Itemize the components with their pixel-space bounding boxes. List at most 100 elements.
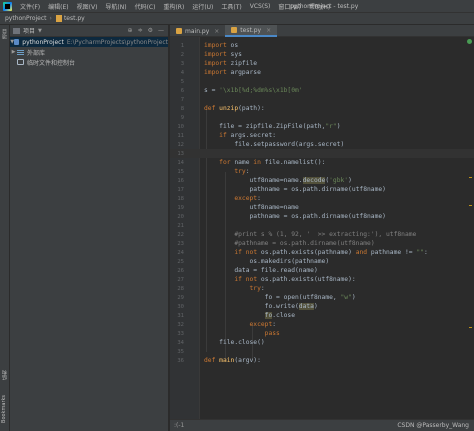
code-text: def unzip(path): xyxy=(204,105,265,112)
tool-tab-bookmarks[interactable]: Bookmarks xyxy=(1,395,7,423)
minimize-icon[interactable]: — xyxy=(158,27,164,34)
code-line[interactable]: 32 except: xyxy=(170,320,474,329)
code-line[interactable]: 15 try: xyxy=(170,167,474,176)
menu-code[interactable]: 代码(C) xyxy=(131,2,160,11)
code-line[interactable]: 26 data = file.read(name) xyxy=(170,266,474,275)
line-number: 10 xyxy=(177,123,184,130)
code-text: except: xyxy=(234,195,261,202)
code-editor[interactable]: 1 import os 2 import sys 3 import zipfile 4 imp… xyxy=(170,37,474,419)
line-number: 34 xyxy=(177,339,184,346)
python-file-icon xyxy=(55,15,62,22)
menu-tools[interactable]: 工具(T) xyxy=(217,2,245,11)
line-number: 33 xyxy=(177,330,184,337)
code-line[interactable]: 10 file = zipfile.ZipFile(path,"r") xyxy=(170,122,474,131)
chevron-down-icon[interactable]: ▼ xyxy=(38,28,42,34)
tree-item-external-libraries[interactable]: ▶ 外部库 xyxy=(10,47,168,57)
code-line[interactable]: 14 for name in file.namelist(): xyxy=(170,158,474,167)
collapse-all-icon[interactable]: ≑ xyxy=(138,27,143,34)
code-line[interactable]: 21 xyxy=(170,221,474,230)
code-line[interactable]: 36 def main(argv): xyxy=(170,356,474,365)
tab-test-py[interactable]: test.py × xyxy=(225,25,278,37)
code-text: fo.close xyxy=(264,312,296,319)
line-number: 11 xyxy=(177,132,184,139)
line-number: 9 xyxy=(180,114,184,121)
caret-position[interactable]: :(-1 xyxy=(174,422,184,429)
code-line[interactable]: 19 utf8name=name xyxy=(170,203,474,212)
code-line[interactable]: 3 import zipfile xyxy=(170,59,474,68)
menu-file[interactable]: 文件(F) xyxy=(16,2,44,11)
breadcrumb-project[interactable]: pythonProject xyxy=(0,15,47,22)
menu-navigate[interactable]: 导航(N) xyxy=(101,2,130,11)
menu-run[interactable]: 运行(U) xyxy=(188,2,217,11)
code-line[interactable]: 17 pathname = os.path.dirname(utf8name) xyxy=(170,185,474,194)
code-line[interactable]: 31 fo.close xyxy=(170,311,474,320)
tree-item-label: 外部库 xyxy=(27,49,46,57)
tool-tab-project[interactable]: 项目 xyxy=(1,29,8,39)
code-text: def main(argv): xyxy=(204,357,261,364)
breadcrumb-separator: › xyxy=(49,15,52,22)
close-icon[interactable]: × xyxy=(266,27,271,34)
project-panel-title[interactable]: 项目 xyxy=(23,26,35,35)
code-line[interactable]: 9 xyxy=(170,113,474,122)
breadcrumb-file[interactable]: test.py xyxy=(64,15,85,22)
watermark-text: CSDN @Passerby_Wang xyxy=(397,422,469,429)
menu-refactor[interactable]: 重构(R) xyxy=(159,2,188,11)
line-number: 16 xyxy=(177,177,184,184)
collapse-arrow-icon[interactable]: ▶ xyxy=(10,49,17,55)
code-line[interactable]: 1 import os xyxy=(170,41,474,50)
tree-item-scratches[interactable]: 临时文件和控制台 xyxy=(10,57,168,67)
gear-icon[interactable]: ⚙ xyxy=(148,27,153,34)
line-number: 31 xyxy=(177,312,184,319)
code-line[interactable]: 29 fo = open(utf8name, "w") xyxy=(170,293,474,302)
code-line[interactable]: 25 os.makedirs(pathname) xyxy=(170,257,474,266)
tab-main-py[interactable]: main.py × xyxy=(170,25,225,37)
line-number: 23 xyxy=(177,240,184,247)
code-line[interactable]: 11 if args.secret: xyxy=(170,131,474,140)
code-line[interactable]: 7 xyxy=(170,95,474,104)
code-line[interactable]: 20 pathname = os.path.dirname(utf8name) xyxy=(170,212,474,221)
line-number: 12 xyxy=(177,141,184,148)
code-text: utf8name=name.decode('gbk') xyxy=(204,177,352,184)
code-line[interactable]: 27 if not os.path.exists(utf8name): xyxy=(170,275,474,284)
code-line[interactable]: 12 file.setpassword(args.secret) xyxy=(170,140,474,149)
code-text: #pathname = os.path.dirname(utf8name) xyxy=(234,240,375,247)
code-line[interactable]: 30 fo.write(data) xyxy=(170,302,474,311)
code-line[interactable]: 4 import argparse xyxy=(170,68,474,77)
code-line[interactable]: 6 s = '\x1b[%d;%dm%s\x1b[0m' xyxy=(170,86,474,95)
tool-tab-structure[interactable]: 结构 xyxy=(1,370,8,380)
locate-icon[interactable]: ⊕ xyxy=(128,27,133,34)
code-line[interactable]: 18 except: xyxy=(170,194,474,203)
code-text: try: xyxy=(249,285,265,292)
code-text: os.makedirs(pathname) xyxy=(204,258,330,265)
code-line[interactable]: 5 xyxy=(170,77,474,86)
menu-edit[interactable]: 编辑(E) xyxy=(44,2,72,11)
line-number: 1 xyxy=(180,42,184,49)
menu-vcs[interactable]: VCS(S) xyxy=(246,3,275,10)
code-line[interactable]: 8 def unzip(path): xyxy=(170,104,474,113)
code-line[interactable]: 23 #pathname = os.path.dirname(utf8name) xyxy=(170,239,474,248)
code-text: try: xyxy=(234,168,250,175)
tree-item-project-root[interactable]: ▼ pythonProject E:\PycharmProjects\pytho… xyxy=(10,37,168,47)
line-number: 26 xyxy=(177,267,184,274)
code-line[interactable]: 24 if not os.path.exists(pathname) and p… xyxy=(170,248,474,257)
close-icon[interactable]: × xyxy=(214,28,219,35)
code-text: except: xyxy=(249,321,277,328)
line-number: 22 xyxy=(177,231,184,238)
code-line[interactable]: 13 xyxy=(170,149,474,158)
code-line[interactable]: 34 file.close() xyxy=(170,338,474,347)
code-text: import argparse xyxy=(204,69,261,76)
code-line[interactable]: 2 import sys xyxy=(170,50,474,59)
code-line[interactable]: 33 pass xyxy=(170,329,474,338)
line-number: 2 xyxy=(180,51,184,58)
code-line[interactable]: 16 utf8name=name.decode('gbk') xyxy=(170,176,474,185)
line-number: 28 xyxy=(177,285,184,292)
tree-item-label: 临时文件和控制台 xyxy=(27,59,76,67)
code-line[interactable]: 22 #print s % (1, 92, ' >> extracting:')… xyxy=(170,230,474,239)
code-line[interactable]: 28 try: xyxy=(170,284,474,293)
line-number: 19 xyxy=(177,204,184,211)
menu-view[interactable]: 视图(V) xyxy=(73,2,102,11)
line-number: 6 xyxy=(180,87,184,94)
line-number: 29 xyxy=(177,294,184,301)
code-line[interactable]: 35 xyxy=(170,347,474,356)
editor-tab-bar: main.py × test.py × xyxy=(170,25,474,37)
